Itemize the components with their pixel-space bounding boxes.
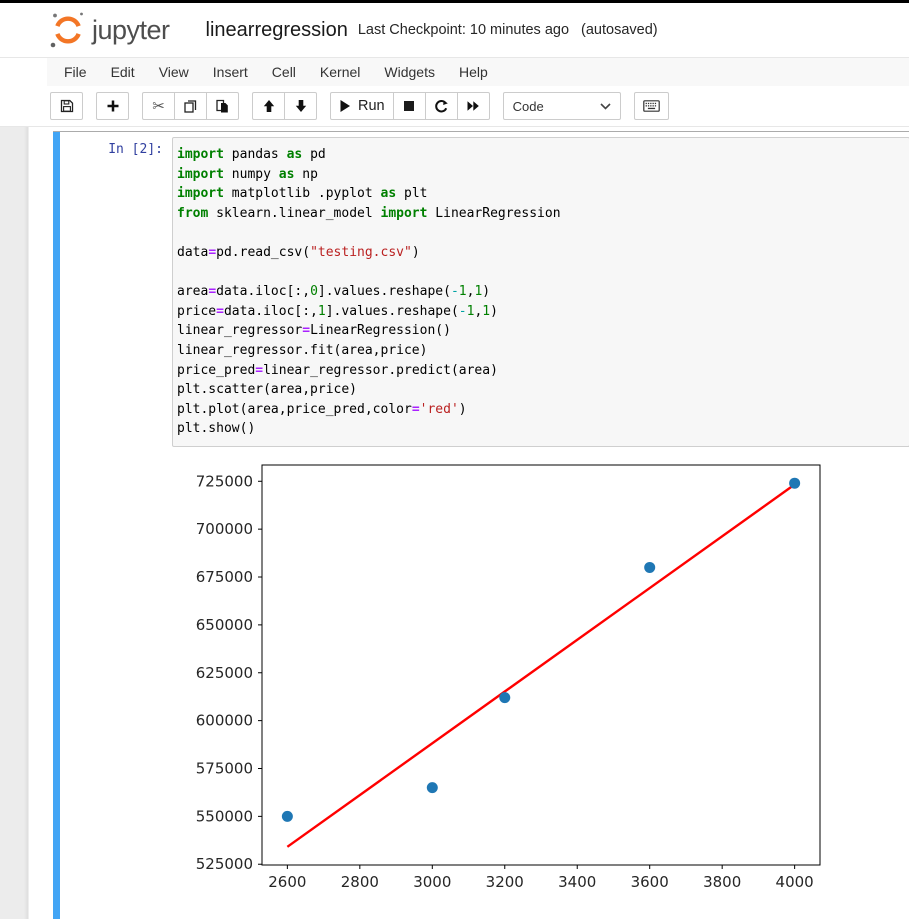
notebook-page-background: In [2]: import pandas as pd import numpy … — [0, 127, 909, 919]
notebook-title[interactable]: linearregression — [206, 19, 348, 42]
svg-text:725000: 725000 — [196, 472, 253, 490]
svg-text:650000: 650000 — [196, 616, 253, 634]
svg-text:525000: 525000 — [196, 855, 253, 873]
move-up-icon — [263, 100, 274, 112]
paste-cell-button[interactable] — [206, 92, 239, 120]
menu-item-widgets[interactable]: Widgets — [372, 58, 447, 86]
keyboard-icon — [642, 100, 660, 112]
code-cell[interactable]: In [2]: import pandas as pd import numpy … — [53, 131, 909, 919]
copy-cell-button[interactable] — [174, 92, 207, 120]
restart-run-all-icon — [467, 101, 479, 111]
move-down-icon — [295, 100, 306, 112]
cell-type-dropdown[interactable]: Code — [502, 92, 621, 120]
interrupt-kernel-button[interactable] — [392, 92, 426, 120]
svg-text:3600: 3600 — [631, 873, 669, 891]
menu-item-help[interactable]: Help — [447, 58, 500, 86]
cut-icon: ✂ — [152, 97, 165, 115]
svg-text:3000: 3000 — [413, 873, 451, 891]
svg-text:625000: 625000 — [196, 664, 253, 682]
svg-text:3200: 3200 — [486, 873, 524, 891]
svg-text:575000: 575000 — [196, 759, 253, 777]
paste-icon — [216, 99, 228, 112]
cut-cell-button[interactable]: ✂ — [142, 92, 175, 120]
cell-input-area: In [2]: import pandas as pd import numpy … — [60, 137, 909, 447]
add-cell-icon — [107, 100, 118, 112]
svg-text:700000: 700000 — [196, 520, 253, 538]
run-button[interactable]: Run — [330, 92, 394, 120]
svg-text:600000: 600000 — [196, 712, 253, 730]
run-icon — [340, 100, 350, 112]
svg-text:3800: 3800 — [703, 873, 741, 891]
notebook-header: jupyter linearregression Last Checkpoint… — [0, 3, 909, 57]
jupyter-logo-text: jupyter — [92, 14, 170, 45]
command-palette-button[interactable] — [633, 92, 669, 120]
save-icon — [60, 99, 73, 113]
svg-text:3400: 3400 — [558, 873, 596, 891]
regression-plot: 2600 2800 3000 3200 3400 3600 3800 4000 525000 55… — [196, 464, 821, 891]
svg-text:550000: 550000 — [196, 807, 253, 825]
menu-strip: File Edit View Insert Cell Kernel Widget… — [47, 58, 909, 86]
svg-text:4000: 4000 — [776, 873, 814, 891]
chevron-down-icon — [600, 102, 611, 110]
cell-type-value: Code — [512, 98, 544, 114]
menu-item-view[interactable]: View — [147, 58, 201, 86]
notebook-container: In [2]: import pandas as pd import numpy … — [29, 127, 909, 919]
cell-output-area: 2600 2800 3000 3200 3400 3600 3800 4000 525000 55… — [172, 453, 909, 919]
code-text: import pandas as pd import numpy as np imp… — [177, 147, 561, 437]
restart-kernel-button[interactable] — [424, 92, 458, 120]
menu-item-edit[interactable]: Edit — [99, 58, 147, 86]
restart-run-all-button[interactable] — [456, 92, 490, 120]
menu-bar: File Edit View Insert Cell Kernel Widget… — [0, 57, 909, 86]
menu-item-kernel[interactable]: Kernel — [308, 58, 372, 86]
svg-text:675000: 675000 — [196, 568, 253, 586]
jupyter-logo[interactable]: jupyter — [47, 10, 170, 50]
toolbar: ✂ Run Code — [0, 86, 909, 127]
jupyter-logo-icon — [50, 12, 83, 48]
input-prompt: In [2]: — [108, 142, 163, 157]
menu-item-file[interactable]: File — [52, 58, 99, 86]
move-cell-down-button[interactable] — [284, 92, 317, 120]
menu-item-insert[interactable]: Insert — [201, 58, 260, 86]
checkpoint-status: Last Checkpoint: 10 minutes ago — [357, 22, 570, 38]
run-button-label: Run — [358, 98, 385, 114]
restart-kernel-icon — [434, 99, 448, 112]
move-cell-up-button[interactable] — [252, 92, 285, 120]
jupyter-notebook-app: jupyter linearregression Last Checkpoint… — [0, 0, 909, 919]
save-button[interactable] — [50, 92, 83, 120]
copy-icon — [184, 99, 197, 113]
code-editor[interactable]: import pandas as pd import numpy as np imp… — [172, 137, 909, 447]
add-cell-button[interactable] — [96, 92, 129, 120]
autosave-status: (autosaved) — [581, 22, 658, 38]
svg-text:2600: 2600 — [268, 873, 306, 891]
stop-icon — [404, 101, 415, 111]
selected-cell-indicator — [53, 132, 60, 919]
svg-text:2800: 2800 — [341, 873, 379, 891]
menu-item-cell[interactable]: Cell — [260, 58, 308, 86]
